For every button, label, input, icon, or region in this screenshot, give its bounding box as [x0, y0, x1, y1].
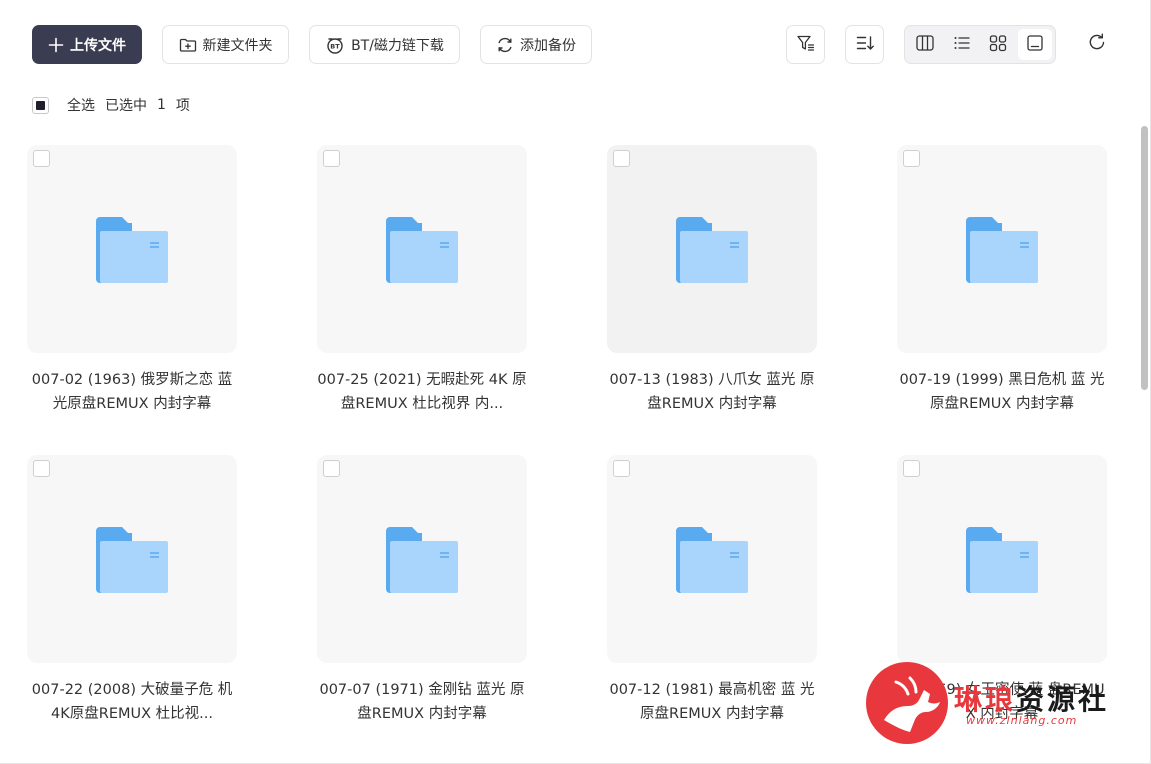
- grid-view-button[interactable]: [981, 29, 1016, 60]
- folder-icon: [676, 527, 748, 593]
- folder-icon: [676, 217, 748, 283]
- view-mode-switcher: [904, 25, 1056, 64]
- select-all-checkbox[interactable]: [32, 96, 49, 114]
- sort-button[interactable]: [845, 25, 884, 64]
- folder-icon: [386, 527, 458, 593]
- dragon-logo-icon: [866, 662, 948, 744]
- watermark-text-red: 琳琅: [954, 683, 1017, 716]
- file-checkbox[interactable]: [323, 460, 340, 477]
- file-card[interactable]: 007-02 (1963) 俄罗斯之恋 蓝光原盘REMUX 内封字幕: [27, 145, 237, 425]
- file-name: 007-13 (1983) 八爪女 蓝光 原盘REMUX 内封字幕: [609, 372, 815, 412]
- filter-button[interactable]: [786, 25, 825, 64]
- new-folder-button[interactable]: 新建文件夹: [162, 25, 289, 64]
- file-card[interactable]: 007-07 (1971) 金刚钻 蓝光 原盘REMUX 内封字幕: [317, 455, 527, 735]
- list-view-icon: [952, 34, 972, 56]
- grid-view-icon: [988, 34, 1008, 56]
- file-card[interactable]: 007-22 (2008) 大破量子危 机 4K原盘REMUX 杜比视...: [27, 455, 237, 735]
- file-card[interactable]: 007-19 (1999) 黑日危机 蓝 光原盘REMUX 内封字幕: [897, 145, 1107, 425]
- selected-prefix: 已选中: [105, 98, 147, 114]
- watermark-text-dark: 资源社: [1016, 683, 1110, 716]
- backup-label: 添加备份: [520, 37, 576, 54]
- new-folder-label: 新建文件夹: [202, 37, 273, 54]
- refresh-button[interactable]: [1083, 30, 1111, 58]
- file-card[interactable]: 007-13 (1983) 八爪女 蓝光 原盘REMUX 内封字幕: [607, 145, 817, 425]
- file-checkbox[interactable]: [33, 460, 50, 477]
- file-checkbox[interactable]: [903, 460, 920, 477]
- file-name: 007-07 (1971) 金刚钻 蓝光 原盘REMUX 内封字幕: [319, 682, 525, 722]
- file-checkbox[interactable]: [613, 150, 630, 167]
- selected-count: 1: [157, 97, 166, 113]
- file-name: 007-02 (1963) 俄罗斯之恋 蓝光原盘REMUX 内封字幕: [31, 372, 233, 412]
- file-card[interactable]: 007-12 (1981) 最高机密 蓝 光原盘REMUX 内封字幕: [607, 455, 817, 735]
- plus-icon: [48, 37, 64, 53]
- refresh-icon: [1087, 32, 1107, 56]
- folder-icon: [96, 217, 168, 283]
- folder-icon: [386, 217, 458, 283]
- select-all-label[interactable]: 全选: [67, 95, 95, 115]
- folder-icon: [96, 527, 168, 593]
- bt-icon: BT: [325, 36, 345, 54]
- folder-plus-icon: [179, 37, 197, 53]
- column-view-icon: [915, 34, 935, 56]
- column-view-button[interactable]: [908, 29, 943, 60]
- large-view-button[interactable]: [1017, 29, 1052, 60]
- file-name: 007-22 (2008) 大破量子危 机 4K原盘REMUX 杜比视...: [31, 682, 233, 722]
- filter-icon: [796, 34, 816, 56]
- bt-magnet-download-button[interactable]: BT BT/磁力链下载: [309, 25, 460, 64]
- selection-bar: 全选 已选中 1 项: [32, 95, 200, 115]
- folder-icon: [966, 217, 1038, 283]
- file-card[interactable]: 007-25 (2021) 无暇赴死 4K 原盘REMUX 杜比视界 内...: [317, 145, 527, 425]
- svg-text:BT: BT: [330, 42, 340, 50]
- watermark: 琳琅资源社 www.zlnlang.com: [866, 662, 1136, 752]
- vertical-scrollbar[interactable]: [1141, 126, 1148, 390]
- add-backup-button[interactable]: 添加备份: [480, 25, 592, 64]
- file-name: 007-25 (2021) 无暇赴死 4K 原盘REMUX 杜比视界 内...: [317, 372, 527, 412]
- list-view-button[interactable]: [945, 29, 980, 60]
- toolbar: 上传文件 新建文件夹 BT BT/磁力链下载 添加备份: [0, 0, 1150, 90]
- file-checkbox[interactable]: [613, 460, 630, 477]
- watermark-text: 琳琅资源社: [954, 678, 1109, 718]
- sort-icon: [855, 34, 875, 56]
- file-checkbox[interactable]: [323, 150, 340, 167]
- file-manager-window: 上传文件 新建文件夹 BT BT/磁力链下载 添加备份 全选 已选中 1 项 0…: [0, 0, 1151, 764]
- sync-icon: [496, 36, 514, 54]
- file-checkbox[interactable]: [903, 150, 920, 167]
- file-checkbox[interactable]: [33, 150, 50, 167]
- file-name: 007-19 (1999) 黑日危机 蓝 光原盘REMUX 内封字幕: [899, 372, 1105, 412]
- watermark-url: www.zlnlang.com: [966, 714, 1078, 727]
- bt-label: BT/磁力链下载: [351, 37, 444, 54]
- large-view-icon: [1025, 34, 1045, 56]
- file-name: 007-12 (1981) 最高机密 蓝 光原盘REMUX 内封字幕: [609, 682, 815, 722]
- folder-icon: [966, 527, 1038, 593]
- upload-button[interactable]: 上传文件: [32, 25, 142, 64]
- selected-suffix: 项: [175, 98, 190, 114]
- upload-label: 上传文件: [70, 37, 126, 54]
